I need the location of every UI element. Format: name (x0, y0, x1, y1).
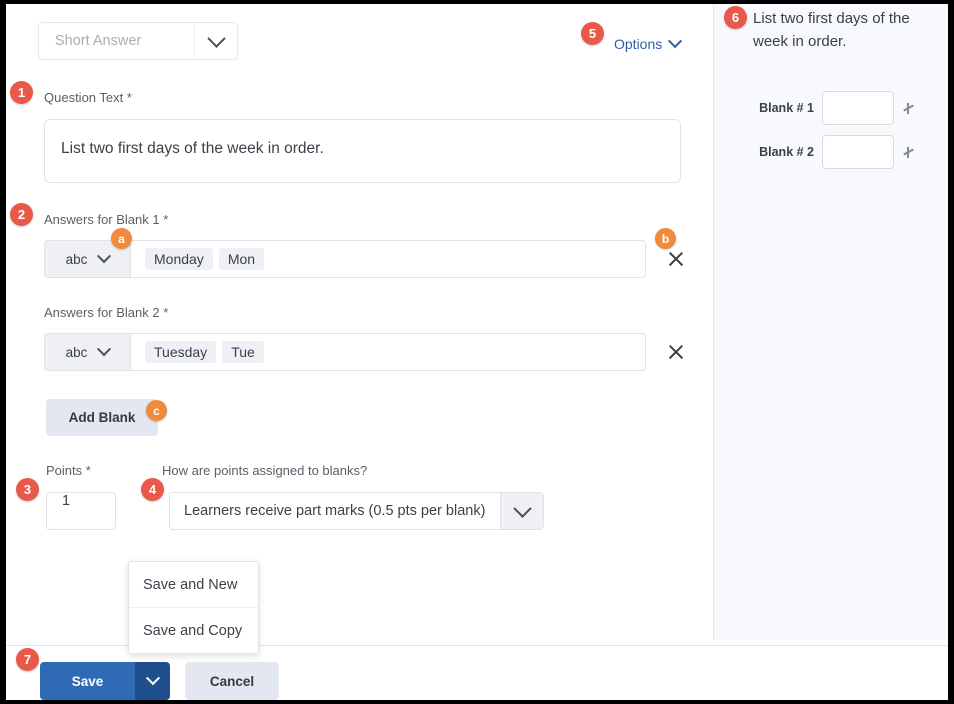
chevron-down-icon (145, 671, 160, 686)
answer-tags-2[interactable]: Tuesday Tue (131, 334, 645, 370)
answer-mode-select-2[interactable]: abc (45, 334, 131, 370)
answers-blank-1-label: Answers for Blank 1 * (44, 212, 169, 227)
chevron-down-icon (206, 28, 226, 48)
preview-question-text: List two first days of the week in order… (753, 10, 910, 50)
points-label: Points * (46, 463, 91, 478)
preview-blank-row-2: Blank # 2 (752, 135, 914, 169)
points-mode-label: How are points assigned to blanks? (162, 463, 368, 478)
answer-tag[interactable]: Monday (145, 248, 213, 270)
delete-blank-1-button[interactable] (665, 248, 687, 270)
answer-tag[interactable]: Mon (218, 248, 265, 270)
callout-badge-a: a (111, 228, 132, 249)
resize-grip-icon[interactable] (903, 146, 914, 158)
save-button-group[interactable]: Save (40, 662, 170, 700)
question-text-input[interactable]: List two first days of the week in order… (44, 119, 681, 183)
menu-item-save-and-copy[interactable]: Save and Copy (129, 607, 258, 653)
callout-badge-5: 5 (581, 22, 604, 45)
callout-badge-b: b (655, 228, 676, 249)
preview-blank-1-label: Blank # 1 (759, 101, 814, 115)
chevron-down-icon (512, 498, 532, 518)
callout-badge-3: 3 (16, 478, 39, 501)
points-input[interactable]: 1 (46, 492, 116, 530)
callout-badge-7: 7 (16, 648, 39, 671)
points-mode-caret[interactable] (500, 493, 543, 529)
answers-blank-1-row[interactable]: abc Monday Mon (44, 240, 646, 278)
answers-blank-2-label: Answers for Blank 2 * (44, 305, 169, 320)
question-type-caret[interactable] (194, 23, 237, 59)
chevron-down-icon (97, 342, 112, 357)
question-editor-window: Short Answer Options Question Text * Lis… (6, 4, 948, 700)
preview-blank-row-1: Blank # 1 (752, 91, 914, 125)
save-button[interactable]: Save (40, 662, 135, 700)
options-toggle[interactable]: Options (614, 34, 683, 52)
question-type-select[interactable]: Short Answer (38, 22, 238, 60)
answer-mode-value-1: abc (65, 251, 88, 267)
question-type-value: Short Answer (55, 33, 142, 49)
answer-tag[interactable]: Tue (222, 341, 264, 363)
callout-badge-c: c (146, 400, 167, 421)
question-text-label: Question Text * (44, 90, 132, 105)
options-label: Options (614, 36, 663, 52)
preview-blank-1-input[interactable] (822, 91, 894, 125)
callout-badge-4: 4 (141, 478, 164, 501)
preview-blank-2-label: Blank # 2 (759, 145, 814, 159)
callout-badge-2: 2 (10, 203, 33, 226)
menu-item-save-and-new[interactable]: Save and New (129, 562, 258, 607)
callout-badge-6: 6 (724, 6, 747, 29)
screenshot-frame: Short Answer Options Question Text * Lis… (0, 0, 954, 704)
resize-grip-icon[interactable] (903, 102, 914, 114)
add-blank-button[interactable]: Add Blank (46, 399, 158, 436)
points-mode-select[interactable]: Learners receive part marks (0.5 pts per… (169, 492, 544, 530)
answer-mode-value-2: abc (65, 344, 88, 360)
chevron-down-icon (97, 249, 112, 264)
save-dropdown-menu[interactable]: Save and New Save and Copy (128, 561, 259, 654)
callout-badge-1: 1 (10, 81, 33, 104)
answers-blank-2-row[interactable]: abc Tuesday Tue (44, 333, 646, 371)
points-mode-value: Learners receive part marks (0.5 pts per… (184, 503, 486, 519)
question-preview-pane: List two first days of the week in order… (713, 4, 948, 640)
cancel-button[interactable]: Cancel (185, 662, 279, 700)
answer-tag[interactable]: Tuesday (145, 341, 217, 363)
question-editor-pane: Short Answer Options Question Text * Lis… (6, 4, 712, 700)
chevron-down-icon (668, 34, 683, 49)
save-dropdown-toggle[interactable] (135, 662, 170, 700)
delete-blank-2-button[interactable] (665, 341, 687, 363)
answer-tags-1[interactable]: Monday Mon (131, 241, 645, 277)
preview-blank-2-input[interactable] (822, 135, 894, 169)
